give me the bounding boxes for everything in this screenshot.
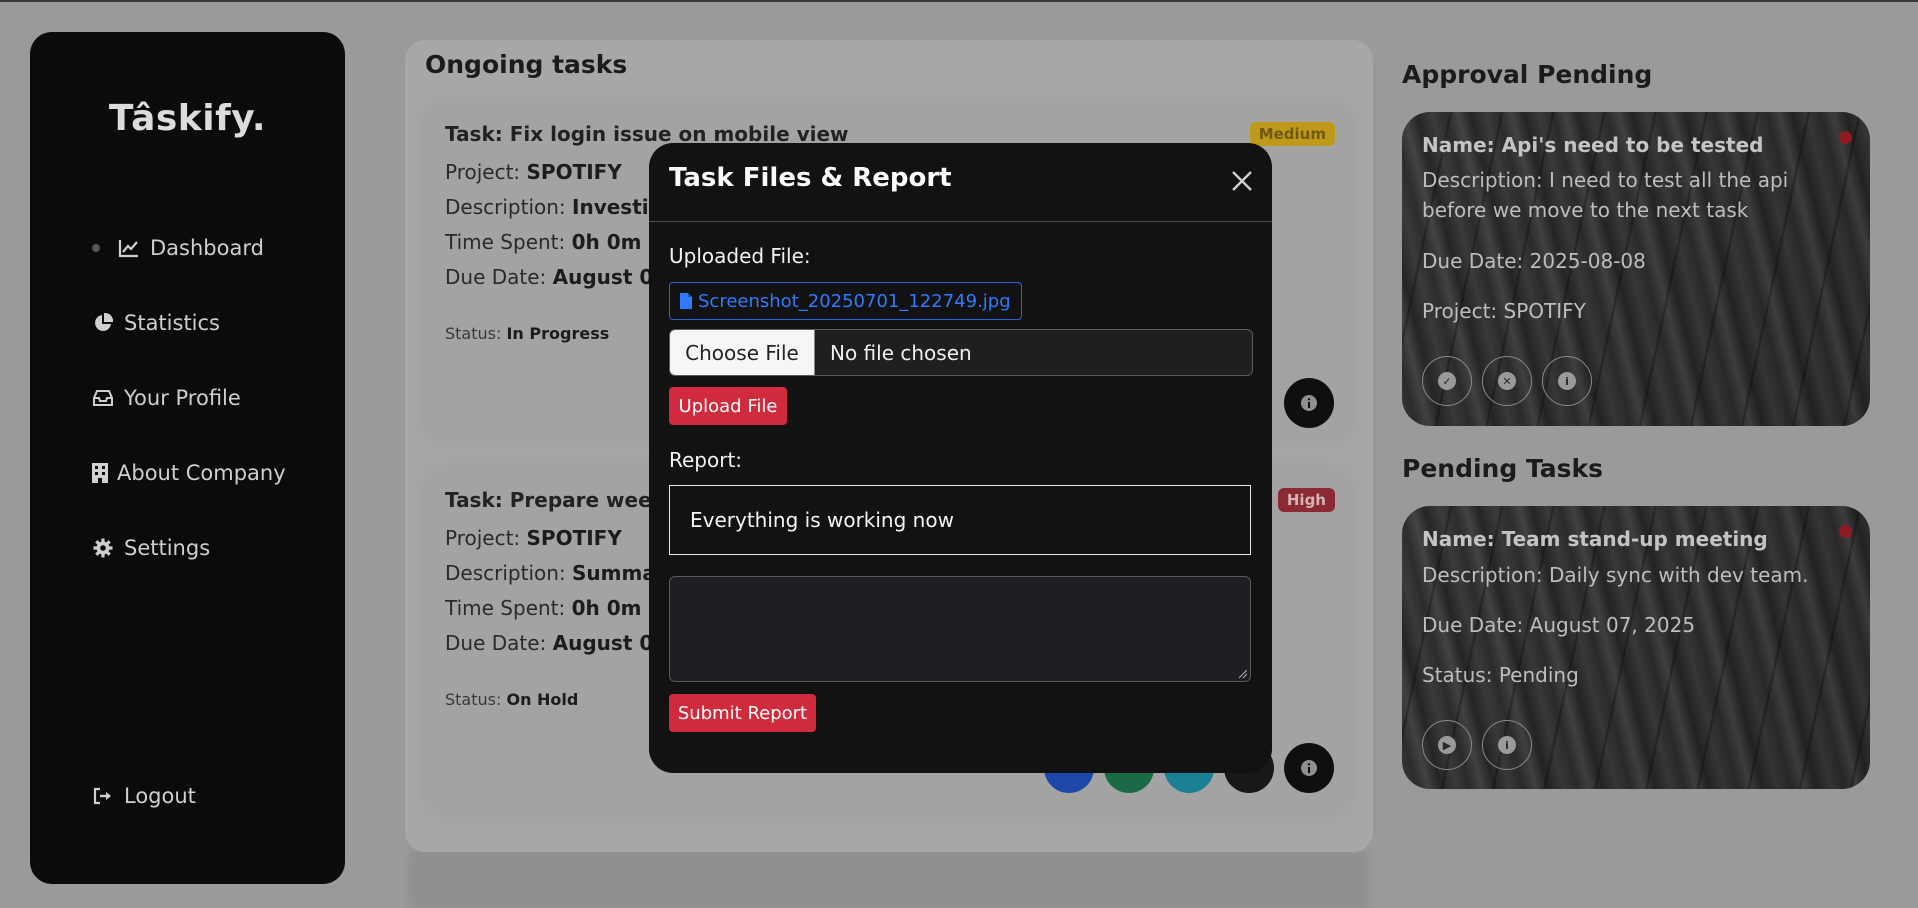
task-due-date: Due Date: August 08 <box>445 631 668 655</box>
card-name: Name: Team stand-up meeting <box>1422 527 1768 551</box>
task-description: Description: Summa <box>445 561 656 585</box>
priority-badge: High <box>1277 488 1335 512</box>
close-icon: ✕ <box>1498 372 1516 390</box>
task-project: Project: SPOTIFY <box>445 526 622 550</box>
sidebar: Tâskify. Dashboard Statistics Your Profi… <box>30 32 345 884</box>
card-status: Status: Pending <box>1422 663 1579 687</box>
sidebar-item-settings[interactable]: Settings <box>92 528 210 568</box>
approve-button[interactable]: ✓ <box>1422 356 1472 406</box>
logout-label: Logout <box>124 784 196 808</box>
sidebar-item-statistics[interactable]: Statistics <box>92 303 220 343</box>
task-project: Project: SPOTIFY <box>445 160 622 184</box>
report-label: Report: <box>669 448 743 472</box>
task-status: Status: In Progress <box>445 324 610 343</box>
task-description: Description: Investig <box>445 195 663 219</box>
sidebar-item-dashboard[interactable]: Dashboard <box>92 228 264 268</box>
inbox-icon <box>92 387 114 409</box>
pending-card: Name: Team stand-up meeting Description:… <box>1402 506 1870 789</box>
gear-icon <box>92 537 114 559</box>
task-time: Time Spent: 0h 0m <box>445 596 642 620</box>
card-description: Description: I need to test all the api … <box>1422 168 1789 222</box>
upload-file-button[interactable]: Upload File <box>669 387 787 425</box>
logout-button[interactable]: Logout <box>92 776 196 816</box>
submit-report-button[interactable]: Submit Report <box>669 694 816 732</box>
info-icon: i <box>1558 372 1576 390</box>
reject-button[interactable]: ✕ <box>1482 356 1532 406</box>
sidebar-item-label: Statistics <box>124 311 220 335</box>
file-name: Screenshot_20250701_122749.jpg <box>698 290 1011 312</box>
top-border <box>0 0 1918 2</box>
chart-line-icon <box>118 237 140 259</box>
report-textarea[interactable] <box>669 576 1251 682</box>
file-input[interactable]: Choose File No file chosen <box>669 329 1253 376</box>
info-icon: i <box>1498 736 1516 754</box>
task-status: Status: On Hold <box>445 690 579 709</box>
close-button[interactable] <box>1229 168 1255 194</box>
card-due-date: Due Date: August 07, 2025 <box>1422 613 1696 637</box>
priority-badge: Medium <box>1249 122 1335 146</box>
active-dot-icon <box>92 244 100 252</box>
info-button[interactable]: i <box>1482 720 1532 770</box>
card-description: Description: Daily sync with dev team. <box>1422 563 1809 587</box>
task-files-modal: Task Files & Report Uploaded File: Scree… <box>649 143 1272 773</box>
file-input-status: No file chosen <box>830 340 972 365</box>
check-icon: ✓ <box>1438 372 1456 390</box>
approval-pending-title: Approval Pending <box>1402 60 1653 89</box>
info-button[interactable] <box>1284 743 1334 793</box>
card-project: Project: SPOTIFY <box>1422 299 1586 323</box>
report-display: Everything is working now <box>669 485 1251 555</box>
ongoing-tasks-title: Ongoing tasks <box>425 50 628 79</box>
file-icon <box>680 293 692 309</box>
sidebar-item-label: About Company <box>117 461 286 485</box>
brand-logo: Tâskify. <box>108 98 267 139</box>
card-due-date: Due Date: 2025-08-08 <box>1422 249 1646 273</box>
task-time: Time Spent: 0h 0m <box>445 230 642 254</box>
resize-grip-icon[interactable] <box>1239 670 1247 678</box>
play-icon: ▶ <box>1438 736 1456 754</box>
sidebar-item-profile[interactable]: Your Profile <box>92 378 241 418</box>
uploaded-file-link[interactable]: Screenshot_20250701_122749.jpg <box>669 282 1022 320</box>
modal-divider <box>649 221 1272 222</box>
start-button[interactable]: ▶ <box>1422 720 1472 770</box>
info-button[interactable] <box>1284 378 1334 428</box>
info-button[interactable]: i <box>1542 356 1592 406</box>
info-icon <box>1301 395 1317 411</box>
pending-tasks-title: Pending Tasks <box>1402 454 1604 483</box>
info-icon <box>1301 760 1317 776</box>
card-name: Name: Api's need to be tested <box>1422 133 1764 157</box>
modal-title: Task Files & Report <box>669 163 952 193</box>
main-panel-shadow <box>410 852 1368 908</box>
pie-chart-icon <box>92 312 114 334</box>
approval-card: Name: Api's need to be tested Descriptio… <box>1402 112 1870 426</box>
sidebar-item-about[interactable]: About Company <box>92 453 286 493</box>
uploaded-file-label: Uploaded File: <box>669 244 811 268</box>
logout-icon <box>92 785 114 807</box>
task-title: Task: Prepare weekl <box>445 488 672 512</box>
sidebar-item-label: Settings <box>124 536 211 560</box>
task-due-date: Due Date: August 09 <box>445 265 668 289</box>
building-icon <box>92 462 108 484</box>
close-icon <box>1232 171 1252 191</box>
sidebar-item-label: Dashboard <box>150 236 264 260</box>
sidebar-item-label: Your Profile <box>124 386 241 410</box>
choose-file-button[interactable]: Choose File <box>670 330 815 375</box>
